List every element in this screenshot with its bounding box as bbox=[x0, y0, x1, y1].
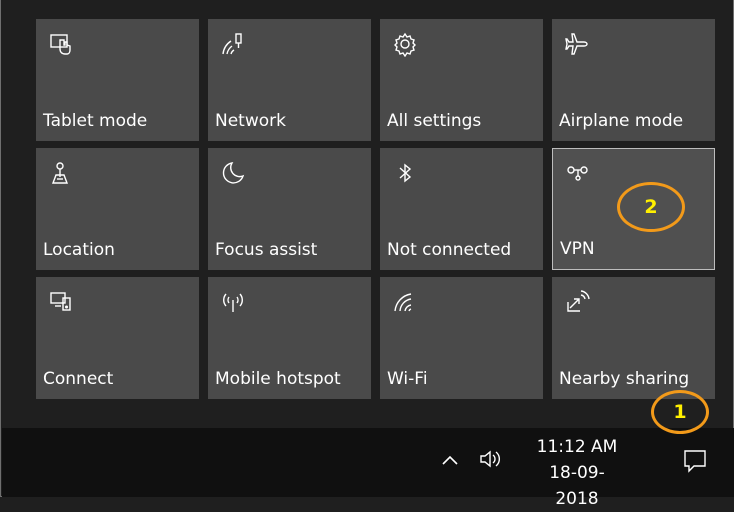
tile-all-settings[interactable]: All settings bbox=[380, 19, 543, 141]
network-icon bbox=[220, 31, 246, 57]
tile-connect[interactable]: Connect bbox=[36, 277, 199, 399]
tile-mobile-hotspot[interactable]: Mobile hotspot bbox=[208, 277, 371, 399]
clock-time: 11:12 AM bbox=[536, 437, 618, 457]
clock[interactable]: 11:12 AM 18-09-2018 bbox=[532, 434, 622, 512]
settings-gear-icon bbox=[392, 31, 418, 57]
volume-speaker-icon[interactable] bbox=[478, 448, 504, 474]
tile-label: Airplane mode bbox=[559, 111, 684, 131]
tile-tablet-mode[interactable]: Tablet mode bbox=[36, 19, 199, 141]
tile-airplane-mode[interactable]: Airplane mode bbox=[552, 19, 715, 141]
clock-date: 18-09-2018 bbox=[549, 463, 605, 509]
tile-label: Wi-Fi bbox=[387, 369, 428, 389]
action-center-notification-icon[interactable] bbox=[682, 448, 708, 478]
annotation-marker-2: 2 bbox=[617, 182, 685, 232]
tile-label: Nearby sharing bbox=[559, 369, 690, 389]
tile-label: Tablet mode bbox=[43, 111, 148, 131]
show-hidden-icons-chevron-icon[interactable] bbox=[440, 452, 460, 471]
tablet-mode-icon bbox=[48, 31, 74, 57]
tile-network[interactable]: Network bbox=[208, 19, 371, 141]
tile-label: Location bbox=[43, 240, 115, 260]
connect-icon bbox=[48, 289, 74, 315]
tile-label: Connect bbox=[43, 369, 114, 389]
quick-actions-panel: Tablet mode Network All settings Airplan… bbox=[3, 0, 733, 434]
tile-label: Not connected bbox=[387, 240, 512, 260]
wifi-icon bbox=[392, 289, 418, 315]
nearby-sharing-icon bbox=[564, 289, 590, 315]
taskbar: 11:12 AM 18-09-2018 bbox=[2, 428, 734, 509]
tile-location[interactable]: Location bbox=[36, 148, 199, 270]
bluetooth-icon bbox=[392, 160, 418, 186]
tile-nearby-sharing[interactable]: Nearby sharing bbox=[552, 277, 715, 399]
annotation-marker-1: 1 bbox=[651, 390, 709, 434]
airplane-icon bbox=[564, 31, 590, 57]
hotspot-icon bbox=[220, 289, 246, 315]
vpn-icon bbox=[565, 161, 591, 187]
tile-label: Focus assist bbox=[215, 240, 318, 260]
tile-label: All settings bbox=[387, 111, 482, 131]
tile-label: Network bbox=[215, 111, 286, 131]
moon-icon bbox=[220, 160, 246, 186]
tile-label: VPN bbox=[560, 239, 595, 259]
tile-bluetooth[interactable]: Not connected bbox=[380, 148, 543, 270]
tile-focus-assist[interactable]: Focus assist bbox=[208, 148, 371, 270]
tile-label: Mobile hotspot bbox=[215, 369, 341, 389]
location-icon bbox=[48, 160, 74, 186]
action-center-window: Tablet mode Network All settings Airplan… bbox=[0, 0, 734, 509]
tile-wifi[interactable]: Wi-Fi bbox=[380, 277, 543, 399]
